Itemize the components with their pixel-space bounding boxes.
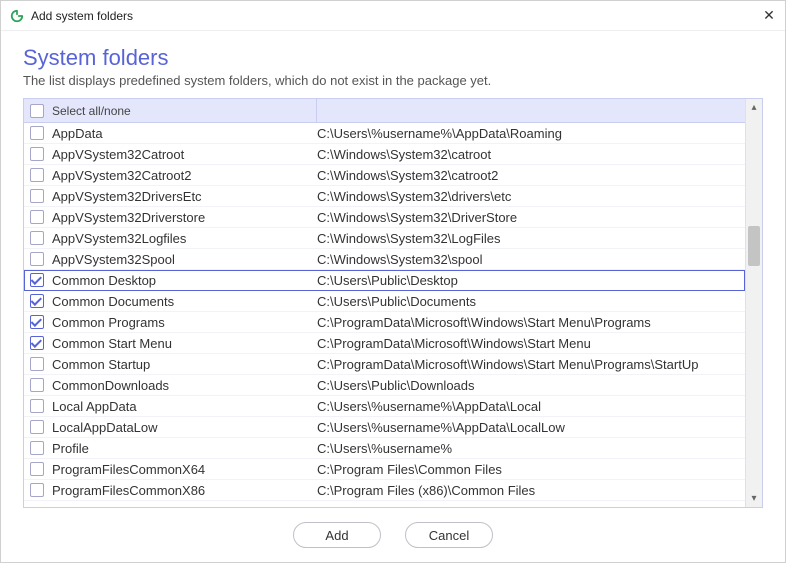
row-checkbox[interactable] [30, 126, 44, 140]
folders-table: Select all/none AppDataC:\Users\%usernam… [23, 98, 763, 508]
folder-path: C:\Users\%username%\AppData\Roaming [317, 126, 745, 141]
row-checkbox[interactable] [30, 147, 44, 161]
folder-name: Profile [52, 441, 317, 456]
page-title: System folders [23, 45, 763, 71]
row-checkbox[interactable] [30, 231, 44, 245]
folder-name: AppVSystem32Driverstore [52, 210, 317, 225]
folder-path: C:\Windows\System32\spool [317, 252, 745, 267]
titlebar: Add system folders ✕ [1, 1, 785, 31]
select-all-label: Select all/none [52, 104, 131, 118]
folder-path: C:\Users\Public\Downloads [317, 378, 745, 393]
row-checkbox[interactable] [30, 315, 44, 329]
row-checkbox[interactable] [30, 210, 44, 224]
folder-path: C:\Users\Public\Documents [317, 294, 745, 309]
page-subtitle: The list displays predefined system fold… [23, 73, 763, 88]
content-area: System folders The list displays predefi… [1, 31, 785, 562]
row-checkbox[interactable] [30, 252, 44, 266]
table-body: AppDataC:\Users\%username%\AppData\Roami… [24, 123, 745, 507]
table-row[interactable]: Common DesktopC:\Users\Public\Desktop [24, 270, 745, 291]
folder-path: C:\Users\%username%\AppData\LocalLow [317, 420, 745, 435]
table-row[interactable]: ProfileC:\Users\%username% [24, 438, 745, 459]
folder-name: AppVSystem32Catroot2 [52, 168, 317, 183]
cancel-button[interactable]: Cancel [405, 522, 493, 548]
table-header: Select all/none [24, 99, 745, 123]
row-checkbox[interactable] [30, 441, 44, 455]
dialog-footer: Add Cancel [23, 508, 763, 562]
folder-path: C:\Windows\System32\catroot [317, 147, 745, 162]
table-row[interactable]: AppVSystem32DriversEtcC:\Windows\System3… [24, 186, 745, 207]
folder-path: C:\Program Files\Common Files [317, 462, 745, 477]
scroll-up-arrow-icon[interactable]: ▴ [746, 99, 762, 116]
folder-name: LocalAppDataLow [52, 420, 317, 435]
scroll-thumb[interactable] [748, 226, 760, 266]
folder-path: C:\Program Files (x86)\Common Files [317, 483, 745, 498]
folder-name: Common Desktop [52, 273, 317, 288]
window-title: Add system folders [31, 9, 761, 23]
app-icon [9, 8, 25, 24]
folder-name: ProgramFilesCommonX86 [52, 483, 317, 498]
scrollbar-vertical[interactable]: ▴ ▾ [745, 99, 762, 507]
row-checkbox[interactable] [30, 399, 44, 413]
table-row[interactable]: AppVSystem32SpoolC:\Windows\System32\spo… [24, 249, 745, 270]
folder-name: AppVSystem32Logfiles [52, 231, 317, 246]
folder-name: CommonDownloads [52, 378, 317, 393]
folder-name: Common Startup [52, 357, 317, 372]
table-row[interactable]: LocalAppDataLowC:\Users\%username%\AppDa… [24, 417, 745, 438]
table-row[interactable]: Common StartupC:\ProgramData\Microsoft\W… [24, 354, 745, 375]
folder-path: C:\Windows\System32\LogFiles [317, 231, 745, 246]
table-row[interactable]: Common DocumentsC:\Users\Public\Document… [24, 291, 745, 312]
row-checkbox[interactable] [30, 420, 44, 434]
folder-name: AppData [52, 126, 317, 141]
dialog-window: Add system folders ✕ System folders The … [0, 0, 786, 563]
table-row[interactable]: AppVSystem32DriverstoreC:\Windows\System… [24, 207, 745, 228]
row-checkbox[interactable] [30, 189, 44, 203]
table-row[interactable]: ProgramFilesCommonX86C:\Program Files (x… [24, 480, 745, 501]
row-checkbox[interactable] [30, 462, 44, 476]
row-checkbox[interactable] [30, 273, 44, 287]
folder-path: C:\ProgramData\Microsoft\Windows\Start M… [317, 357, 745, 372]
add-button[interactable]: Add [293, 522, 381, 548]
table-row[interactable]: AppVSystem32CatrootC:\Windows\System32\c… [24, 144, 745, 165]
table-row[interactable]: Local AppDataC:\Users\%username%\AppData… [24, 396, 745, 417]
folder-path: C:\ProgramData\Microsoft\Windows\Start M… [317, 315, 745, 330]
table-row[interactable]: ProgramFilesCommonX64C:\Program Files\Co… [24, 459, 745, 480]
folder-name: Common Programs [52, 315, 317, 330]
row-checkbox[interactable] [30, 357, 44, 371]
folder-path: C:\Users\%username%\AppData\Local [317, 399, 745, 414]
folder-path: C:\ProgramData\Microsoft\Windows\Start M… [317, 336, 745, 351]
folder-name: Common Documents [52, 294, 317, 309]
folder-path: C:\Windows\System32\drivers\etc [317, 189, 745, 204]
row-checkbox[interactable] [30, 336, 44, 350]
folder-name: Common Start Menu [52, 336, 317, 351]
row-checkbox[interactable] [30, 483, 44, 497]
table-row[interactable]: AppVSystem32LogfilesC:\Windows\System32\… [24, 228, 745, 249]
table-row[interactable]: AppDataC:\Users\%username%\AppData\Roami… [24, 123, 745, 144]
table-row[interactable]: Common ProgramsC:\ProgramData\Microsoft\… [24, 312, 745, 333]
scroll-down-arrow-icon[interactable]: ▾ [746, 490, 762, 507]
folder-path: C:\Users\%username% [317, 441, 745, 456]
folder-name: AppVSystem32Spool [52, 252, 317, 267]
folder-path: C:\Users\Public\Desktop [317, 273, 745, 288]
row-checkbox[interactable] [30, 294, 44, 308]
table-row[interactable]: AppVSystem32Catroot2C:\Windows\System32\… [24, 165, 745, 186]
row-checkbox[interactable] [30, 378, 44, 392]
folder-name: Local AppData [52, 399, 317, 414]
select-all-checkbox[interactable] [30, 104, 44, 118]
folder-name: AppVSystem32Catroot [52, 147, 317, 162]
folder-path: C:\Windows\System32\DriverStore [317, 210, 745, 225]
row-checkbox[interactable] [30, 168, 44, 182]
folder-path: C:\Windows\System32\catroot2 [317, 168, 745, 183]
scroll-track[interactable] [746, 116, 762, 490]
folder-name: ProgramFilesCommonX64 [52, 462, 317, 477]
table-row[interactable]: CommonDownloadsC:\Users\Public\Downloads [24, 375, 745, 396]
table-row[interactable]: Common Start MenuC:\ProgramData\Microsof… [24, 333, 745, 354]
close-icon[interactable]: ✕ [761, 8, 777, 24]
folder-name: AppVSystem32DriversEtc [52, 189, 317, 204]
